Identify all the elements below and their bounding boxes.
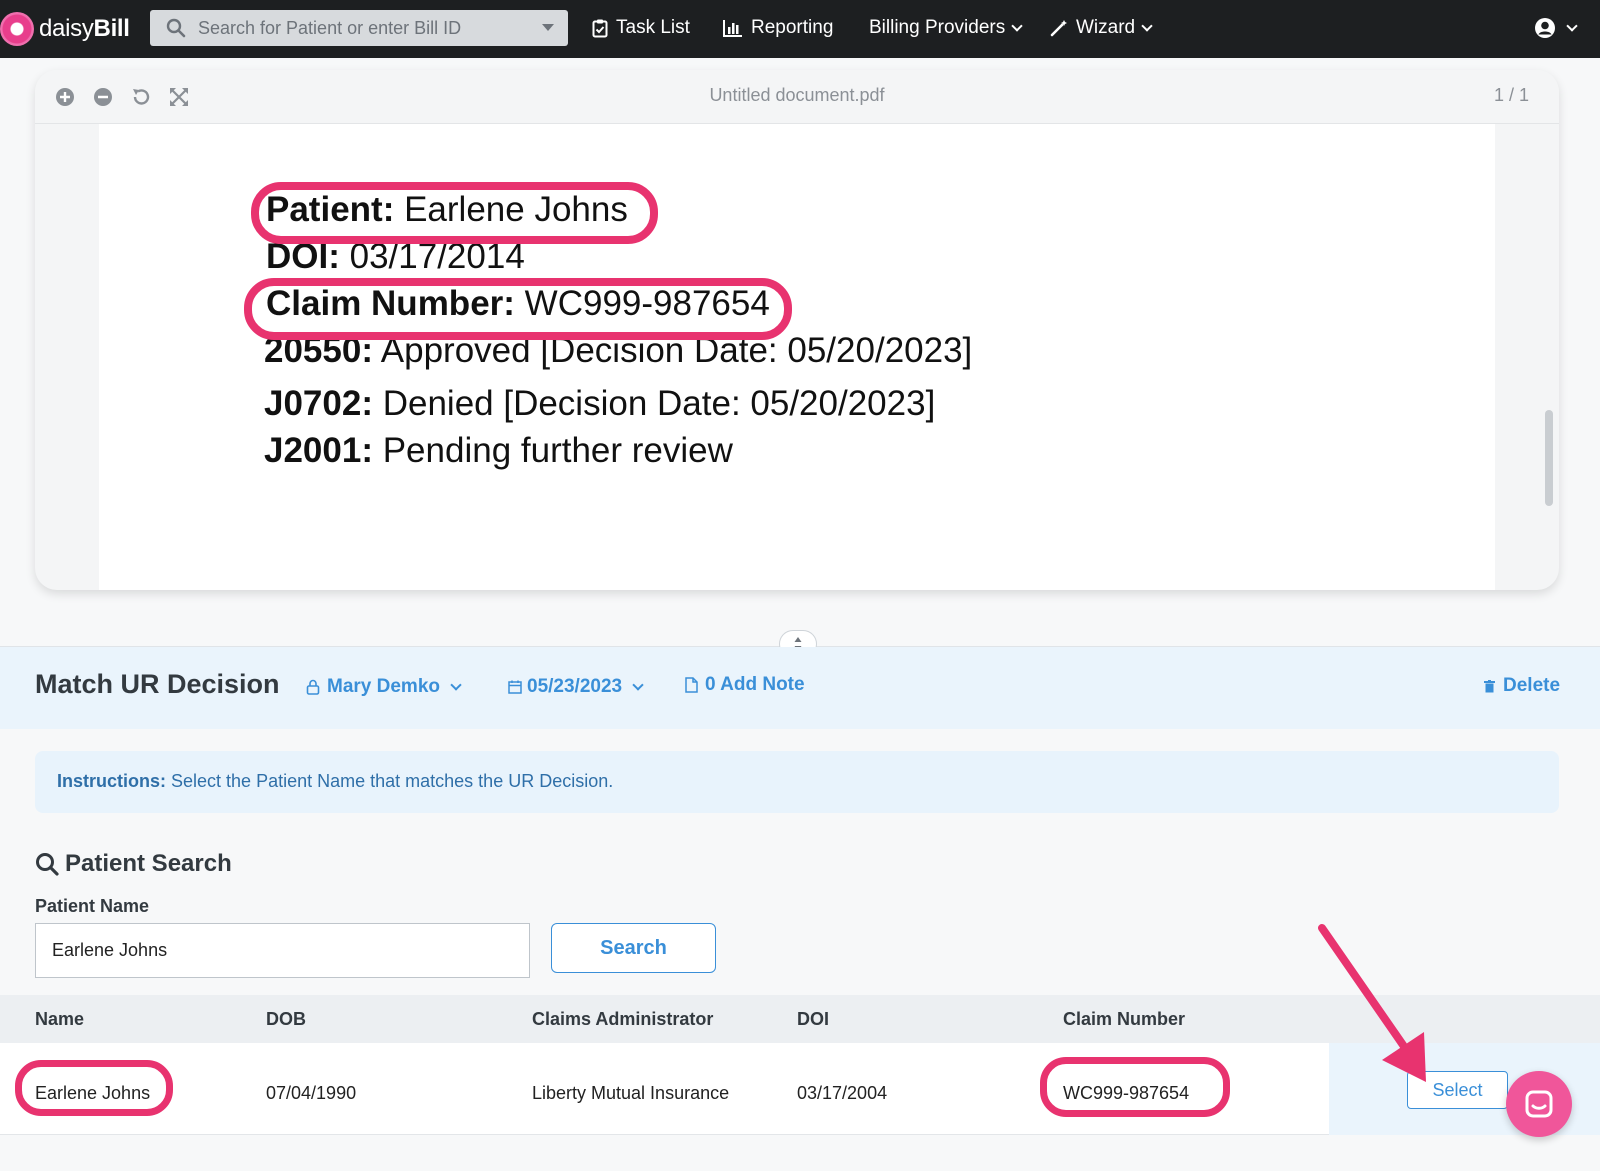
doc-line-j2001: J2001: Pending further review [264,431,733,470]
dropdown-caret-icon[interactable] [542,24,554,31]
trash-icon [1484,679,1495,692]
chevron-down-icon [1141,19,1153,32]
search-button[interactable]: Search [551,923,716,973]
cell-dob: 07/04/1990 [266,1083,357,1103]
date-dropdown[interactable]: 05/23/2023 [508,676,644,698]
assignee-dropdown[interactable]: Mary Demko [306,676,462,698]
chat-icon [1525,1090,1553,1118]
brand-logo[interactable]: daisyBill [0,10,130,48]
patient-search-title: Patient Search [65,850,232,877]
doc-line-j0702: J0702: Denied [Decision Date: 05/20/2023… [264,384,936,423]
nav-task-list[interactable]: Task List [592,14,690,42]
patient-search-heading: Patient Search [35,850,232,878]
patient-name-input[interactable]: Earlene Johns [35,923,530,978]
daisy-flower-icon [0,12,34,46]
claim-number-highlight [244,278,792,340]
nav-reporting-label: Reporting [751,17,834,38]
nav-wizard-label: Wizard [1076,17,1136,38]
calendar-icon [508,680,522,694]
nav-wizard[interactable]: Wizard [1050,14,1153,42]
add-note-label: 0 Add Note [705,674,805,695]
panel-title: Match UR Decision [35,669,280,699]
search-placeholder: Search for Patient or enter Bill ID [198,17,462,38]
name-highlight [15,1060,173,1116]
col-header-name: Name [35,1009,85,1029]
cell-doi: 03/17/2004 [797,1083,888,1103]
patient-search-input[interactable]: Search for Patient or enter Bill ID [150,10,568,46]
chat-launcher-button[interactable] [1506,1071,1572,1137]
col-header-dob: DOB [266,1009,306,1029]
patient-highlight [251,182,658,244]
top-nav: daisyBill Search for Patient or enter Bi… [0,0,1600,58]
clipboard-icon [592,19,608,37]
brand-name: daisyBill [39,15,130,42]
user-menu[interactable] [1534,14,1578,42]
pointer-arrow-annotation [1318,924,1426,1082]
instructions-box: Instructions: Select the Patient Name th… [35,751,1559,813]
pdf-page: Patient: Earlene Johns DOI: 03/17/2014 C… [99,124,1495,590]
col-header-doi: DOI [797,1009,830,1029]
lock-icon [306,679,320,695]
chevron-down-icon [1566,19,1578,32]
patient-name-label: Patient Name [35,896,150,916]
bar-chart-icon [723,20,742,37]
nav-reporting[interactable]: Reporting [723,14,833,42]
magic-wand-icon [1050,20,1067,37]
user-avatar-icon [1535,18,1555,38]
add-note-link[interactable]: 0 Add Note [685,674,805,696]
col-header-claim-number: Claim Number [1063,1009,1186,1029]
delete-button[interactable]: Delete [1484,675,1560,697]
nav-billing-providers[interactable]: Billing Providers [869,14,1023,42]
chevron-down-icon [632,679,644,691]
instructions-text: Instructions: Select the Patient Name th… [57,771,614,791]
claim-highlight [1040,1057,1230,1117]
page-indicator: 1 / 1 [1493,85,1529,105]
assignee-name: Mary Demko [327,676,440,697]
note-icon [685,677,698,693]
date-value: 05/23/2023 [527,676,623,697]
pdf-viewer: Untitled document.pdf 1 / 1 Patient: Ear… [35,70,1559,590]
nav-billing-providers-label: Billing Providers [869,17,1006,38]
search-icon [166,18,186,38]
pdf-toolbar: Untitled document.pdf 1 / 1 [35,70,1559,124]
chevron-down-icon [1011,19,1023,32]
match-panel-header: Match UR Decision Mary Demko 05/23/2023 … [0,647,1600,729]
col-header-claims-administrator: Claims Administrator [532,1009,714,1029]
nav-task-list-label: Task List [616,17,690,38]
document-title: Untitled document.pdf [709,85,885,105]
delete-label: Delete [1503,675,1561,696]
chevron-down-icon [450,679,462,691]
search-icon [36,853,59,876]
cell-claims-administrator: Liberty Mutual Insurance [532,1083,730,1103]
viewer-scrollbar[interactable] [1545,410,1553,506]
